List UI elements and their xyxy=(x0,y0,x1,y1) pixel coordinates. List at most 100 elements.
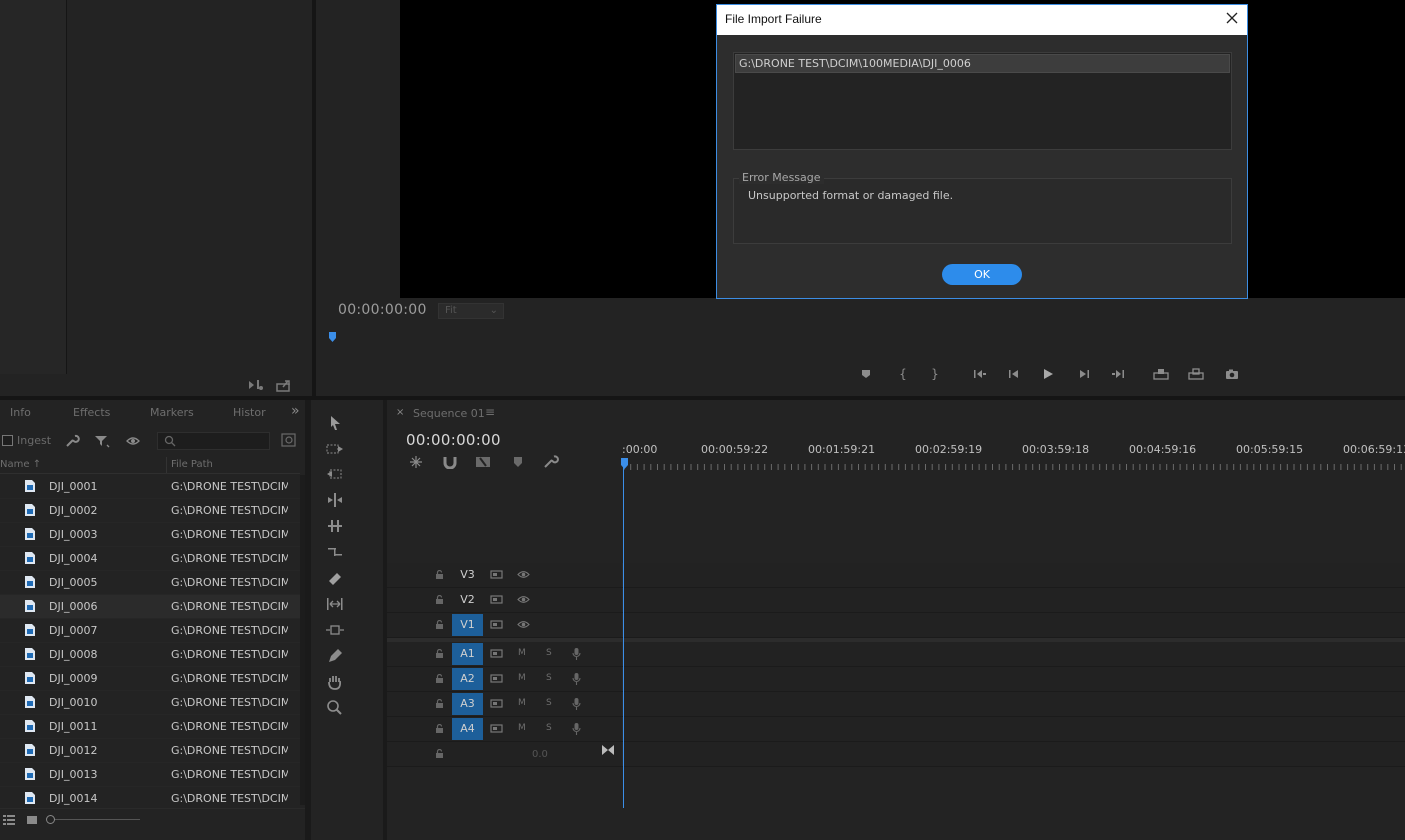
track-content[interactable] xyxy=(622,717,1405,741)
close-icon[interactable]: × xyxy=(396,407,404,418)
mark-in-icon[interactable]: { xyxy=(894,366,912,382)
track-target-v2[interactable]: V2 xyxy=(452,589,483,611)
track-content[interactable] xyxy=(622,642,1405,666)
mute-button[interactable]: M xyxy=(518,723,526,733)
zoom-tool-icon[interactable] xyxy=(325,699,345,717)
file-row[interactable]: DJI_0003 G:\DRONE TEST\DCIM\ xyxy=(0,523,300,547)
close-icon[interactable] xyxy=(1225,11,1239,25)
go-to-in-icon[interactable] xyxy=(971,366,989,382)
sync-lock-icon[interactable] xyxy=(490,569,503,580)
track-target-a3[interactable]: A3 xyxy=(452,693,483,715)
playhead-handle[interactable] xyxy=(621,458,628,469)
new-search-bin-icon[interactable] xyxy=(281,432,297,448)
eye-icon[interactable] xyxy=(517,595,530,604)
export-frame-icon[interactable] xyxy=(276,378,292,392)
track-content[interactable] xyxy=(622,667,1405,691)
track-target-a2[interactable]: A2 xyxy=(452,668,483,690)
lock-icon[interactable] xyxy=(435,699,444,709)
master-volume-value[interactable]: 0.0 xyxy=(532,749,548,760)
solo-button[interactable]: S xyxy=(546,723,552,733)
lock-icon[interactable] xyxy=(435,674,444,684)
failed-file-row[interactable]: G:\DRONE TEST\DCIM\100MEDIA\DJI_0006 xyxy=(735,54,1230,73)
timeline-timecode[interactable]: 00:00:00:00 xyxy=(406,431,501,449)
program-playhead[interactable] xyxy=(329,332,336,342)
mute-button[interactable]: M xyxy=(518,648,526,658)
rate-tool-icon[interactable] xyxy=(325,543,345,561)
solo-button[interactable]: S xyxy=(546,673,552,683)
track-target-v3[interactable]: V3 xyxy=(452,564,483,586)
go-to-out-icon[interactable] xyxy=(1109,366,1127,382)
microphone-icon[interactable] xyxy=(572,697,581,711)
microphone-icon[interactable] xyxy=(572,647,581,661)
ripple-edit-tool-icon[interactable] xyxy=(325,465,345,483)
eye-icon[interactable] xyxy=(517,620,530,629)
rolling-edit-tool-icon[interactable] xyxy=(325,491,345,509)
lock-icon[interactable] xyxy=(435,724,444,734)
panel-menu-icon[interactable]: ≡ xyxy=(485,405,495,419)
microphone-icon[interactable] xyxy=(572,722,581,736)
file-row[interactable]: DJI_0008 G:\DRONE TEST\DCIM\ xyxy=(0,643,300,667)
play-icon[interactable] xyxy=(1039,366,1057,382)
razor-tool-icon[interactable] xyxy=(325,569,345,587)
linked-selection-icon[interactable] xyxy=(475,455,491,469)
slip-tool-icon[interactable] xyxy=(325,595,345,613)
sync-lock-icon[interactable] xyxy=(490,594,503,605)
solo-button[interactable]: S xyxy=(546,648,552,658)
step-forward-icon[interactable] xyxy=(1075,366,1093,382)
file-row[interactable]: DJI_0006 G:\DRONE TEST\DCIM\ xyxy=(0,595,300,619)
tab-effects[interactable]: Effects xyxy=(73,406,110,419)
zoom-slider-knob[interactable] xyxy=(46,815,55,824)
video-audio-divider[interactable] xyxy=(387,638,1405,642)
file-row[interactable]: DJI_0011 G:\DRONE TEST\DCIM\ xyxy=(0,715,300,739)
file-row[interactable]: DJI_0014 G:\DRONE TEST\DCIM\ xyxy=(0,787,300,807)
list-view-icon[interactable] xyxy=(2,814,16,826)
track-content[interactable] xyxy=(622,613,1405,637)
column-divider[interactable] xyxy=(166,457,167,473)
fit-dropdown[interactable]: Fit ⌄ xyxy=(438,303,504,319)
ingest-checkbox[interactable] xyxy=(2,435,13,446)
slide-tool-icon[interactable] xyxy=(325,621,345,639)
track-content[interactable] xyxy=(622,742,1405,766)
microphone-icon[interactable] xyxy=(572,672,581,686)
add-marker-icon[interactable] xyxy=(857,366,875,382)
lock-icon[interactable] xyxy=(435,570,444,580)
hand-tool-icon[interactable] xyxy=(325,673,345,691)
lock-icon[interactable] xyxy=(435,649,444,659)
master-expand-icon[interactable] xyxy=(602,745,614,755)
step-back-icon[interactable] xyxy=(1005,366,1023,382)
file-row[interactable]: DJI_0013 G:\DRONE TEST\DCIM\ xyxy=(0,763,300,787)
mark-out-icon[interactable]: } xyxy=(926,366,944,382)
column-name-header[interactable]: Name ↑ xyxy=(0,459,41,470)
solo-button[interactable]: S xyxy=(546,698,552,708)
camera-icon[interactable] xyxy=(1223,366,1241,382)
more-tabs-icon[interactable]: » xyxy=(291,403,300,419)
sync-lock-icon[interactable] xyxy=(490,673,503,684)
sync-lock-icon[interactable] xyxy=(490,648,503,659)
insert-icon[interactable] xyxy=(248,378,264,392)
sync-lock-icon[interactable] xyxy=(490,723,503,734)
sync-lock-icon[interactable] xyxy=(490,619,503,630)
dialog-titlebar[interactable]: File Import Failure xyxy=(717,5,1247,35)
file-row[interactable]: DJI_0005 G:\DRONE TEST\DCIM\ xyxy=(0,571,300,595)
ok-button[interactable]: OK xyxy=(942,264,1022,285)
file-row[interactable]: DJI_0012 G:\DRONE TEST\DCIM\ xyxy=(0,739,300,763)
file-row[interactable]: DJI_0002 G:\DRONE TEST\DCIM\ xyxy=(0,499,300,523)
icon-view-icon[interactable] xyxy=(26,814,38,826)
lock-icon[interactable] xyxy=(435,595,444,605)
track-target-v1[interactable]: V1 xyxy=(452,614,483,636)
tab-history[interactable]: Histor xyxy=(233,406,266,419)
sync-lock-icon[interactable] xyxy=(490,698,503,709)
track-content[interactable] xyxy=(622,588,1405,612)
mute-button[interactable]: M xyxy=(518,698,526,708)
filter-icon[interactable] xyxy=(94,433,110,449)
file-row[interactable]: DJI_0007 G:\DRONE TEST\DCIM\ xyxy=(0,619,300,643)
file-row[interactable]: DJI_0010 G:\DRONE TEST\DCIM\ xyxy=(0,691,300,715)
track-content[interactable] xyxy=(622,563,1405,587)
playhead-line[interactable] xyxy=(623,462,624,808)
extract-icon[interactable] xyxy=(1187,366,1205,382)
rate-stretch-tool-icon[interactable] xyxy=(325,517,345,535)
eye-icon[interactable] xyxy=(517,570,530,579)
wrench-icon[interactable] xyxy=(64,433,80,449)
track-content[interactable] xyxy=(622,692,1405,716)
nest-icon[interactable] xyxy=(408,455,424,469)
